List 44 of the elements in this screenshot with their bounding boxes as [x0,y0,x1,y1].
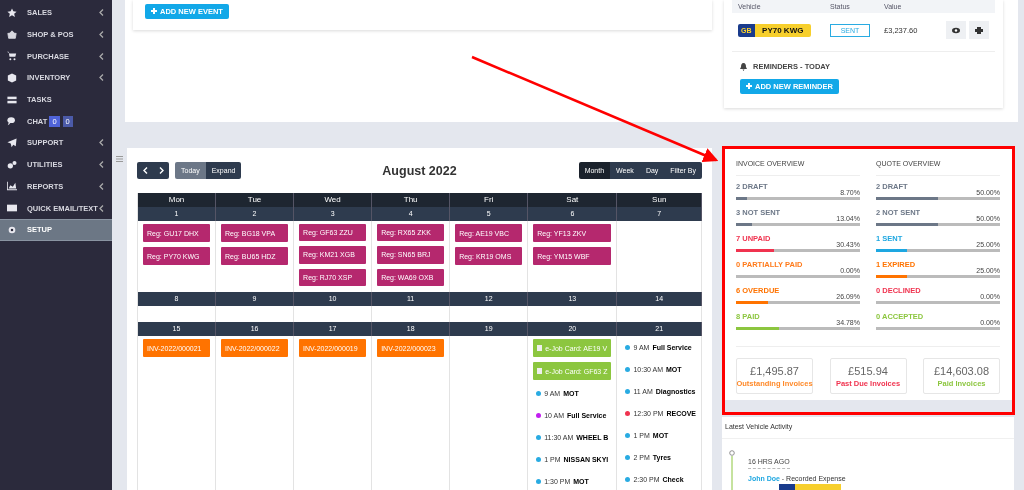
chevron-left-icon [142,167,148,174]
document-icon [537,368,543,374]
weekday-header: Sat [528,193,618,207]
menu-item-icon [7,116,17,127]
next-button[interactable] [153,162,169,179]
total-amount: £515.94 [848,364,888,377]
view-button[interactable] [946,21,966,39]
menu-item-icon [7,203,17,214]
previous-button[interactable] [137,162,153,179]
menu-item-icon [7,181,17,192]
weekday-header: Thu [372,193,451,207]
menu-item-icon [7,51,17,62]
print-button[interactable] [969,21,989,39]
menu-item-icon [7,137,17,148]
plus-icon [151,8,157,14]
document-icon [537,345,543,351]
menu-item-icon [7,224,17,235]
chevron-right-icon [158,167,164,174]
plus-icon [746,83,752,89]
menu-item-icon [7,159,17,170]
bell-icon [740,62,747,71]
calendar-title: August 2022 [382,163,457,178]
chevron-icon [99,161,104,169]
number-plate-drawing [779,484,841,490]
chevron-icon [99,182,104,190]
menu-item-icon [7,94,17,105]
chevron-icon [99,31,104,39]
menu-item-icon [7,29,17,40]
weekday-header: Tue [216,193,295,207]
drag-handle-icon[interactable] [116,156,123,162]
weekday-header: Mon [138,193,217,207]
total-amount: £14,603.08 [933,364,990,377]
menu-item-icon [7,7,17,18]
chevron-icon [99,52,104,60]
weekday-header: Fri [450,193,529,207]
menu-item-icon [7,72,17,83]
chevron-icon [99,9,104,17]
eye-icon [952,26,960,34]
chevron-icon [99,74,104,82]
chevron-icon [99,204,104,212]
weekday-header: Sun [617,193,702,207]
weekday-header: Wed [294,193,373,207]
chevron-icon [99,139,104,147]
total-amount: £1,495.87 [750,364,799,377]
